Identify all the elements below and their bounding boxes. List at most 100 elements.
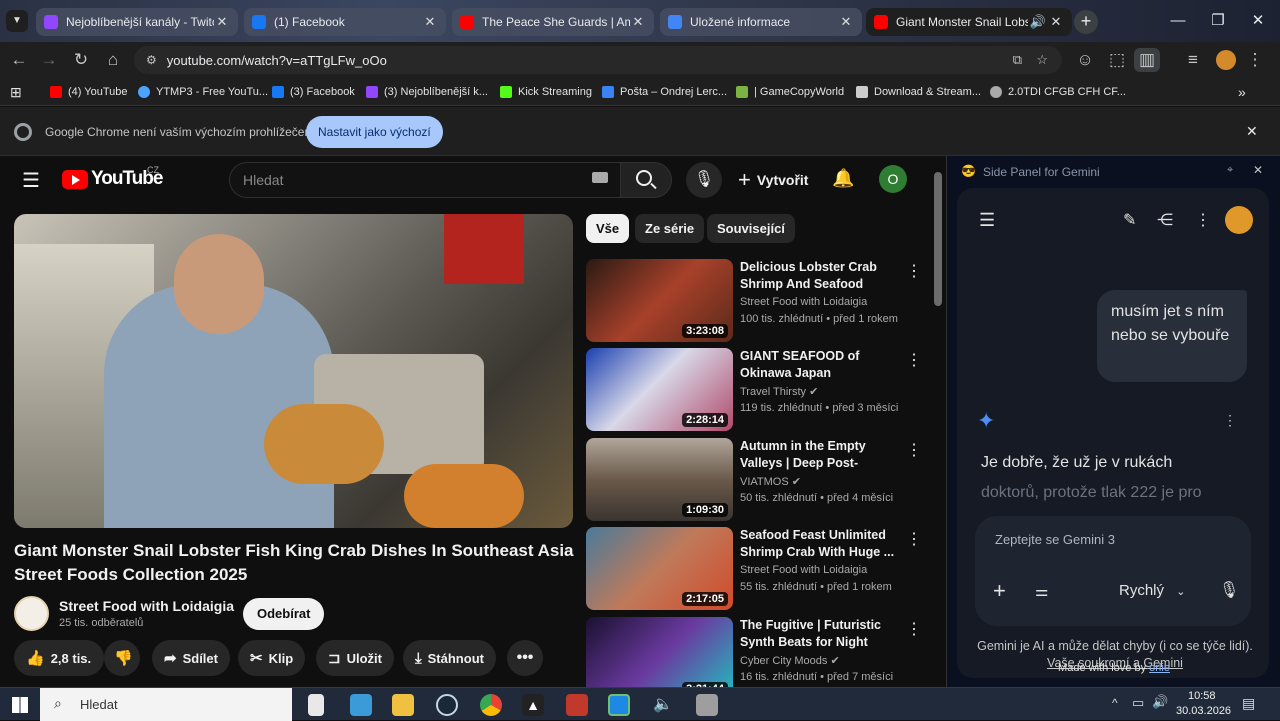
speaker-app-icon[interactable]: 🔈 [652,694,674,716]
dislike-button[interactable]: 👎 [104,640,140,676]
chrome-icon[interactable] [480,694,502,716]
back-button[interactable]: ← [6,48,32,72]
close-icon[interactable]: ✕ [1246,123,1258,140]
network-icon[interactable]: ▭ [1132,695,1144,711]
speaker-icon[interactable]: 🔊 [1028,14,1048,30]
reload-button[interactable]: ↻ [68,48,94,72]
file-explorer-icon[interactable] [392,694,414,716]
account-avatar[interactable]: O [879,165,907,193]
bookmark-youtube[interactable]: (4) YouTube [50,84,128,100]
search-input[interactable]: Hledat [229,162,621,198]
share-button[interactable]: ➦ Sdílet [152,640,230,676]
video-player[interactable] [14,214,573,528]
close-icon[interactable]: ✕ [838,14,854,30]
set-default-button[interactable]: Nastavit jako výchozí [306,116,443,148]
chip-ze-serie[interactable]: Ze série [635,214,705,243]
video-thumbnail[interactable]: 1:09:30 [586,438,733,521]
volume-icon[interactable]: 🔊 [1152,694,1168,710]
video-title[interactable]: The Fugitive | Futuristic Synth Beats fo… [740,617,905,651]
home-button[interactable]: ⌂ [100,48,126,72]
chrome-menu-icon[interactable]: ⋮ [1242,48,1268,72]
channel-name[interactable]: Street Food with Loidaigia [740,296,867,308]
mode-selector[interactable]: Rychlý ⌄ [1119,582,1185,599]
more-vertical-icon[interactable]: ⋮ [906,440,922,460]
task-view-icon[interactable] [350,694,372,716]
app-red-icon[interactable] [566,694,588,716]
video-thumbnail[interactable]: 3:23:08 [586,259,733,342]
more-vertical-icon[interactable]: ⋮ [1195,210,1211,230]
site-info-icon[interactable]: ⚙ [146,53,157,67]
video-title[interactable]: Delicious Lobster Crab Shrimp And Seafoo… [740,259,905,293]
tab-giant-monster-snail[interactable]: Giant Monster Snail Lobste 🔊 ✕ [866,8,1072,36]
page-scrollbar[interactable] [934,172,942,306]
microphone-icon[interactable]: 🎙 [1219,580,1239,600]
bookmark-kick[interactable]: Kick Streaming [500,84,592,100]
tab-twitch[interactable]: Nejoblíbenější kanály - Twitch ✕ [36,8,238,36]
restore-button[interactable]: ❐ [1198,8,1238,34]
recommendation-item[interactable]: 2:28:14 GIANT SEAFOOD of Okinawa Japan T… [586,348,926,431]
plus-icon[interactable]: + [993,578,1006,604]
channel-name[interactable]: Street Food with Loidaigia [59,598,234,614]
app-blue-icon[interactable] [608,694,630,716]
new-chat-icon[interactable]: ✎ [1123,210,1136,230]
forward-button[interactable]: → [36,48,62,72]
more-actions-button[interactable]: ••• [507,640,543,676]
video-title[interactable]: Autumn in the Empty Valleys | Deep Post-… [740,438,905,472]
video-title[interactable]: GIANT SEAFOOD of Okinawa Japan [740,348,905,382]
download-button[interactable]: ⤓ Stáhnout [403,640,496,676]
video-thumbnail[interactable]: 2:28:14 [586,348,733,431]
close-panel-icon[interactable]: ✕ [1253,163,1263,177]
tab-ulozene-informace[interactable]: Uložené informace ✕ [660,8,862,36]
tab-search-button[interactable]: ▼ [6,10,28,32]
minimize-button[interactable]: — [1158,8,1198,34]
tray-chevron-icon[interactable]: ^ [1112,696,1118,710]
more-vertical-icon[interactable]: ⋮ [906,529,922,549]
channel-avatar[interactable] [14,596,49,631]
bookmark-ytmp3[interactable]: YTMP3 - Free YouTu... [138,84,268,100]
install-app-icon[interactable]: ⧉ [1013,52,1022,68]
bookmark-gamecopyworld[interactable]: | GameCopyWorld [736,84,844,100]
more-vertical-icon[interactable]: ⋮ [906,619,922,639]
side-panel-icon[interactable]: ▥ [1134,48,1160,72]
bookmark-facebook[interactable]: (3) Facebook [272,84,355,100]
notifications-icon[interactable]: ▤ [1242,695,1255,712]
response-more-icon[interactable]: ⋮ [1223,412,1237,429]
tab-peace-she-guards[interactable]: The Peace She Guards | Ambien ✕ [452,8,654,36]
file-icon[interactable] [308,694,324,716]
close-icon[interactable]: ✕ [1048,14,1064,30]
close-icon[interactable]: ✕ [214,14,230,30]
app-triangle-icon[interactable]: ▲ [522,694,544,716]
more-vertical-icon[interactable]: ⋮ [906,261,922,281]
recommendation-item[interactable]: 1:09:30 Autumn in the Empty Valleys | De… [586,438,926,521]
gemini-menu-icon[interactable]: ☰ [979,210,995,231]
profile-avatar[interactable] [1216,50,1236,70]
close-window-button[interactable]: ✕ [1238,8,1278,34]
clock-time[interactable]: 10:58 [1188,690,1216,702]
taskbar-search[interactable]: ⌕ Hledat [40,688,292,721]
channel-name[interactable]: Travel Thirsty ✔ [740,385,818,398]
voice-search-button[interactable]: 🎙 [686,162,722,198]
like-button[interactable]: 👍 2,8 tis. [14,640,104,676]
hamburger-menu-icon[interactable]: ☰ [22,168,40,193]
close-icon[interactable]: ✕ [422,14,438,30]
bookmark-star-icon[interactable]: ☆ [1036,52,1048,68]
more-bookmarks-icon[interactable]: » [1238,84,1246,100]
media-controls-icon[interactable]: ≡ [1180,48,1206,72]
gemini-avatar[interactable] [1225,206,1253,234]
more-vertical-icon[interactable]: ⋮ [906,350,922,370]
app-gray-icon[interactable] [696,694,718,716]
create-button[interactable]: + Vytvořit [728,162,818,198]
channel-name[interactable]: Street Food with Loidaigia [740,564,867,576]
chip-souvisejici[interactable]: Související [707,214,795,243]
author-link[interactable]: orlie [1149,662,1170,674]
channel-name[interactable]: Cyber City Moods ✔ [740,654,840,667]
notifications-bell-icon[interactable]: 🔔 [832,168,854,189]
bookmark-posta[interactable]: Pošta – Ondrej Lerc... [602,84,727,100]
recommendation-item[interactable]: 3:23:08 Delicious Lobster Crab Shrimp An… [586,259,926,342]
close-icon[interactable]: ✕ [630,14,646,30]
address-bar[interactable]: ⚙ youtube.com/watch?v=aTTgLFw_oOo ⧉ ☆ [134,46,1062,74]
tools-icon[interactable]: ⚌ [1035,582,1048,600]
bookmark-twitch[interactable]: (3) Nejoblíbenější k... [366,84,488,100]
recommendation-item[interactable]: 2:17:05 Seafood Feast Unlimited Shrimp C… [586,527,926,610]
new-tab-button[interactable]: + [1074,10,1098,34]
